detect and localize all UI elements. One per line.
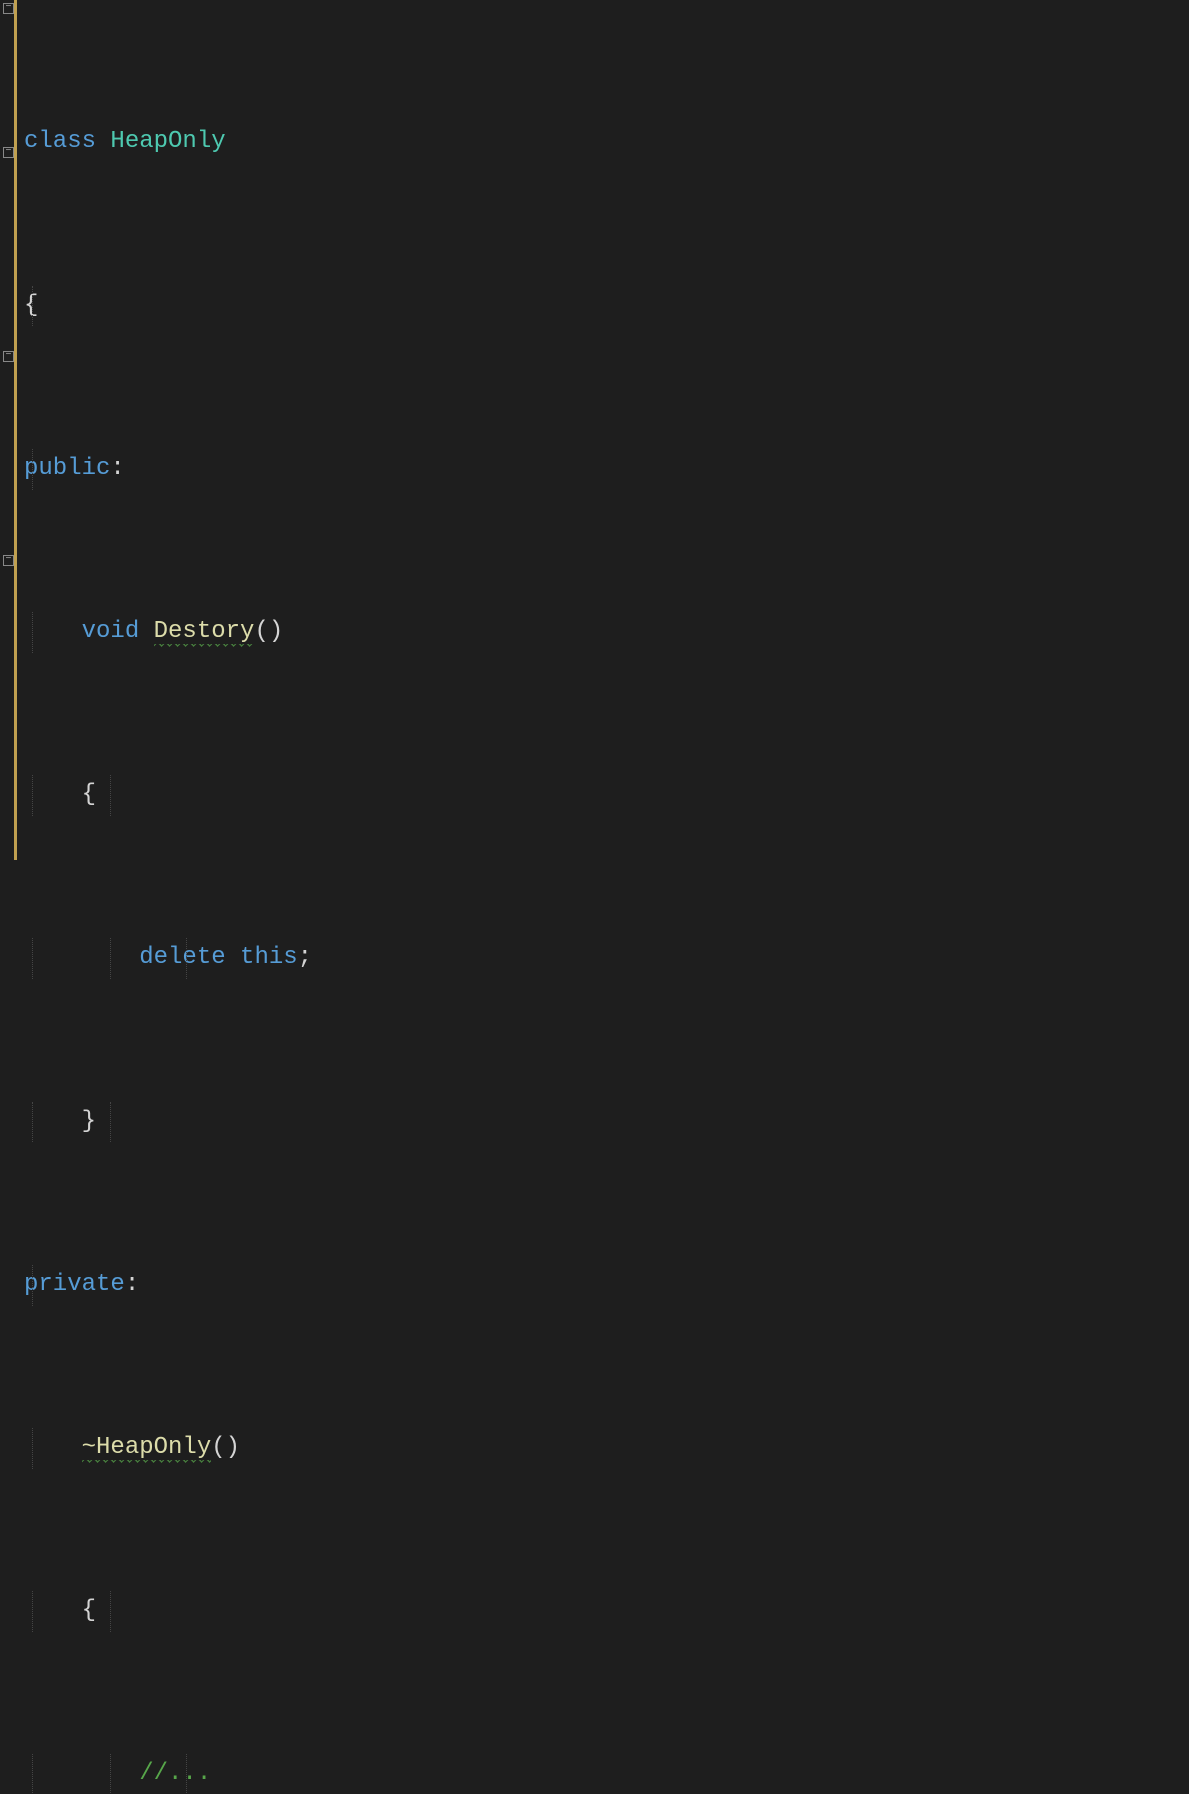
code-line[interactable]: void Destory() <box>20 612 1189 653</box>
colon: : <box>125 1271 139 1298</box>
code-line[interactable]: public: <box>20 449 1189 490</box>
code-area[interactable]: class HeapOnly { public: void Destory() … <box>18 0 1189 897</box>
fold-marker-icon[interactable] <box>3 147 14 158</box>
keyword-class: class <box>24 128 96 155</box>
parens: () <box>254 618 283 645</box>
keyword-private: private <box>24 1271 125 1298</box>
function-name: Destory <box>154 618 255 647</box>
fold-marker-icon[interactable] <box>3 555 14 566</box>
code-line[interactable]: delete this; <box>20 938 1189 979</box>
fold-marker-icon[interactable] <box>3 3 14 14</box>
code-line[interactable]: { <box>20 286 1189 327</box>
semicolon: ; <box>298 944 312 971</box>
fold-marker-icon[interactable] <box>3 351 14 362</box>
keyword-delete: delete <box>139 944 225 971</box>
parens: () <box>211 1434 240 1461</box>
brace-close: } <box>82 1108 96 1135</box>
brace-open: { <box>82 1597 96 1624</box>
gutter <box>0 0 18 897</box>
code-line[interactable]: { <box>20 1591 1189 1632</box>
code-line[interactable]: private: <box>20 1265 1189 1306</box>
code-line[interactable]: class HeapOnly <box>20 122 1189 163</box>
modification-indicator <box>14 0 17 860</box>
keyword-this: this <box>240 944 298 971</box>
class-name: HeapOnly <box>110 128 225 155</box>
comment: //... <box>139 1760 211 1787</box>
code-line[interactable]: //... <box>20 1754 1189 1794</box>
code-line[interactable]: ~HeapOnly() <box>20 1428 1189 1469</box>
code-line[interactable]: } <box>20 1102 1189 1143</box>
keyword-public: public <box>24 455 110 482</box>
code-line[interactable]: { <box>20 775 1189 816</box>
destructor-name: ~HeapOnly <box>82 1434 212 1463</box>
brace-open: { <box>82 781 96 808</box>
keyword-void: void <box>82 618 140 645</box>
code-editor[interactable]: class HeapOnly { public: void Destory() … <box>0 0 1189 897</box>
colon: : <box>110 455 124 482</box>
